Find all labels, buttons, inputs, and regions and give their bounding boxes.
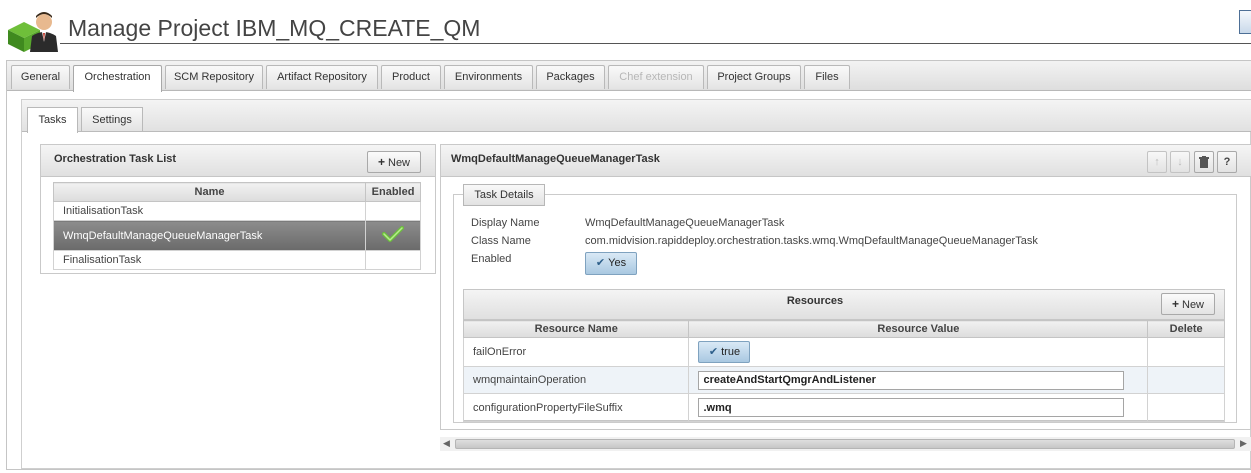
resource-name: configurationPropertyFileSuffix [462,393,690,422]
tab-general[interactable]: General [11,65,70,89]
enabled-label: Enabled [471,253,512,265]
class-name-value: com.midvision.rapiddeploy.orchestration.… [585,235,1038,247]
task-list-title: Orchestration Task List [54,153,177,165]
column-header-resource-value: Resource Value [688,320,1149,338]
task-table: Name Enabled InitialisationTask WmqDefau… [52,182,421,270]
class-name-label: Class Name [471,235,531,247]
task-details-legend[interactable]: Task Details [463,184,545,206]
window-restore-icon[interactable] [1239,10,1251,34]
table-row: configurationPropertyFileSuffix [462,393,1225,422]
checkmark-icon [381,226,404,242]
tab-scm-repository[interactable]: SCM Repository [165,65,263,89]
task-enabled-cell [365,201,421,221]
plus-icon: + [1171,297,1179,311]
page-title: Manage Project IBM_MQ_CREATE_QM [68,15,481,41]
resource-name: wmqmaintainOperation [462,366,690,394]
header-divider [60,43,1251,44]
help-icon[interactable]: ? [1217,151,1237,173]
check-icon: ✔ [708,346,719,358]
resource-value-input[interactable] [698,398,1125,417]
resources-title: Resources [786,295,844,307]
task-detail-title: WmqDefaultManageQueueManagerTask [451,153,660,165]
display-name-label: Display Name [471,217,540,229]
tab-artifact-repository[interactable]: Artifact Repository [266,65,378,89]
move-down-icon[interactable]: ↓ [1170,151,1190,173]
new-resource-button[interactable]: + New [1161,293,1215,315]
task-name: FinalisationTask [52,250,367,270]
tab-files[interactable]: Files [804,65,850,89]
task-enabled-cell [365,220,421,251]
delete-cell[interactable] [1147,337,1225,367]
column-header-delete: Delete [1147,320,1225,338]
column-header-name: Name [52,182,367,202]
check-icon: ✔ [595,257,606,269]
tab-chef-extension: Chef extension [608,65,704,89]
tab-packages[interactable]: Packages [536,65,605,89]
plus-icon: + [377,155,385,169]
move-up-icon[interactable]: ↑ [1147,151,1167,173]
scrollbar-thumb[interactable] [455,439,1235,449]
tab-environments[interactable]: Environments [444,65,533,89]
fail-on-error-toggle[interactable]: ✔ true [698,341,751,363]
subtab-settings[interactable]: Settings [81,107,143,131]
delete-cell[interactable] [1147,393,1225,422]
resource-name: failOnError [462,337,690,367]
trash-icon[interactable] [1194,151,1214,173]
table-row: failOnError ✔ true [462,337,1225,367]
resource-value-input[interactable] [698,370,1125,390]
tab-project-groups[interactable]: Project Groups [707,65,801,89]
new-task-button[interactable]: + New [367,151,421,173]
task-name: InitialisationTask [52,201,367,221]
column-header-resource-name: Resource Name [462,320,690,338]
display-name-value: WmqDefaultManageQueueManagerTask [585,217,785,229]
column-header-enabled: Enabled [365,182,421,202]
delete-cell[interactable] [1147,366,1225,394]
table-row[interactable]: FinalisationTask [52,250,421,270]
scroll-left-icon[interactable]: ◀ [443,438,450,449]
table-row: wmqmaintainOperation [462,366,1225,394]
sub-tab-bar [22,100,1251,132]
task-name: WmqDefaultManageQueueManagerTask [52,220,367,251]
tab-product[interactable]: Product [381,65,441,89]
subtab-tasks[interactable]: Tasks [27,107,78,133]
enabled-toggle-button[interactable]: ✔ Yes [585,252,637,275]
table-row[interactable]: InitialisationTask [52,201,421,221]
tab-orchestration[interactable]: Orchestration [73,65,162,92]
table-row-selected[interactable]: WmqDefaultManageQueueManagerTask [52,220,421,251]
task-enabled-cell [365,250,421,270]
project-user-icon [6,8,62,54]
resources-table: Resource Name Resource Value Delete fail… [462,320,1225,422]
scroll-right-icon[interactable]: ▶ [1240,438,1247,449]
